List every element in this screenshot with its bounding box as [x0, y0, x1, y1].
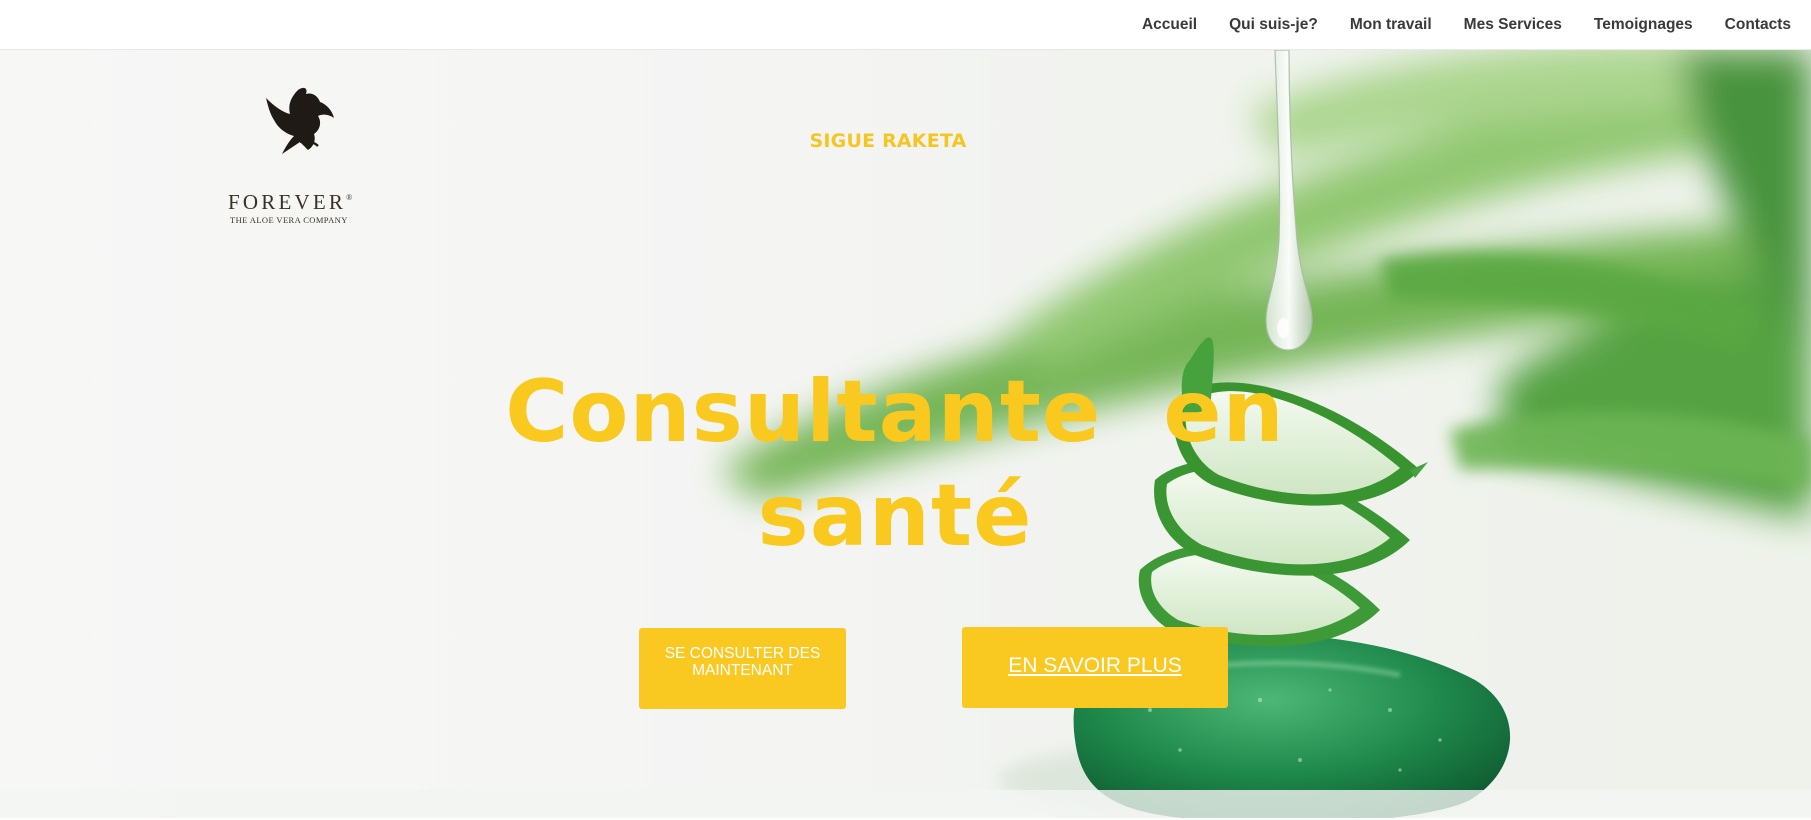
nav-item-contacts[interactable]: Contacts [1725, 16, 1791, 34]
forever-logo[interactable]: FOREVER® THE ALOE VERA COMPANY [228, 84, 378, 225]
top-navbar: Accueil Qui suis-je? Mon travail Mes Ser… [0, 0, 1811, 50]
page: Accueil Qui suis-je? Mon travail Mes Ser… [0, 0, 1811, 820]
logo-tagline: THE ALOE VERA COMPANY [230, 215, 348, 225]
nav-item-temoignages[interactable]: Temoignages [1594, 16, 1693, 34]
brand-name: SIGUE RAKETA [809, 130, 967, 152]
hero-headline: Consultante en santé [480, 360, 1310, 568]
consult-now-button-label: SE CONSULTER DES MAINTENANT [664, 644, 821, 679]
nav-item-qui-suis-je[interactable]: Qui suis-je? [1229, 16, 1318, 34]
hero-headline-line1: Consultante en [505, 362, 1285, 462]
nav-item-mon-travail[interactable]: Mon travail [1350, 16, 1432, 34]
main-nav: Accueil Qui suis-je? Mon travail Mes Ser… [1142, 0, 1791, 50]
logo-wordmark: FOREVER® [228, 190, 353, 214]
hero-headline-line2: santé [757, 466, 1033, 566]
nav-item-mes-services[interactable]: Mes Services [1464, 16, 1562, 34]
hero-section: FOREVER® THE ALOE VERA COMPANY SIGUE RAK… [0, 50, 1811, 818]
learn-more-button-label: EN SAVOIR PLUS [1008, 654, 1182, 677]
consult-now-button[interactable]: SE CONSULTER DES MAINTENANT [639, 628, 846, 709]
nav-item-accueil[interactable]: Accueil [1142, 16, 1197, 34]
eagle-icon [266, 87, 334, 154]
learn-more-button[interactable]: EN SAVOIR PLUS [962, 627, 1228, 708]
